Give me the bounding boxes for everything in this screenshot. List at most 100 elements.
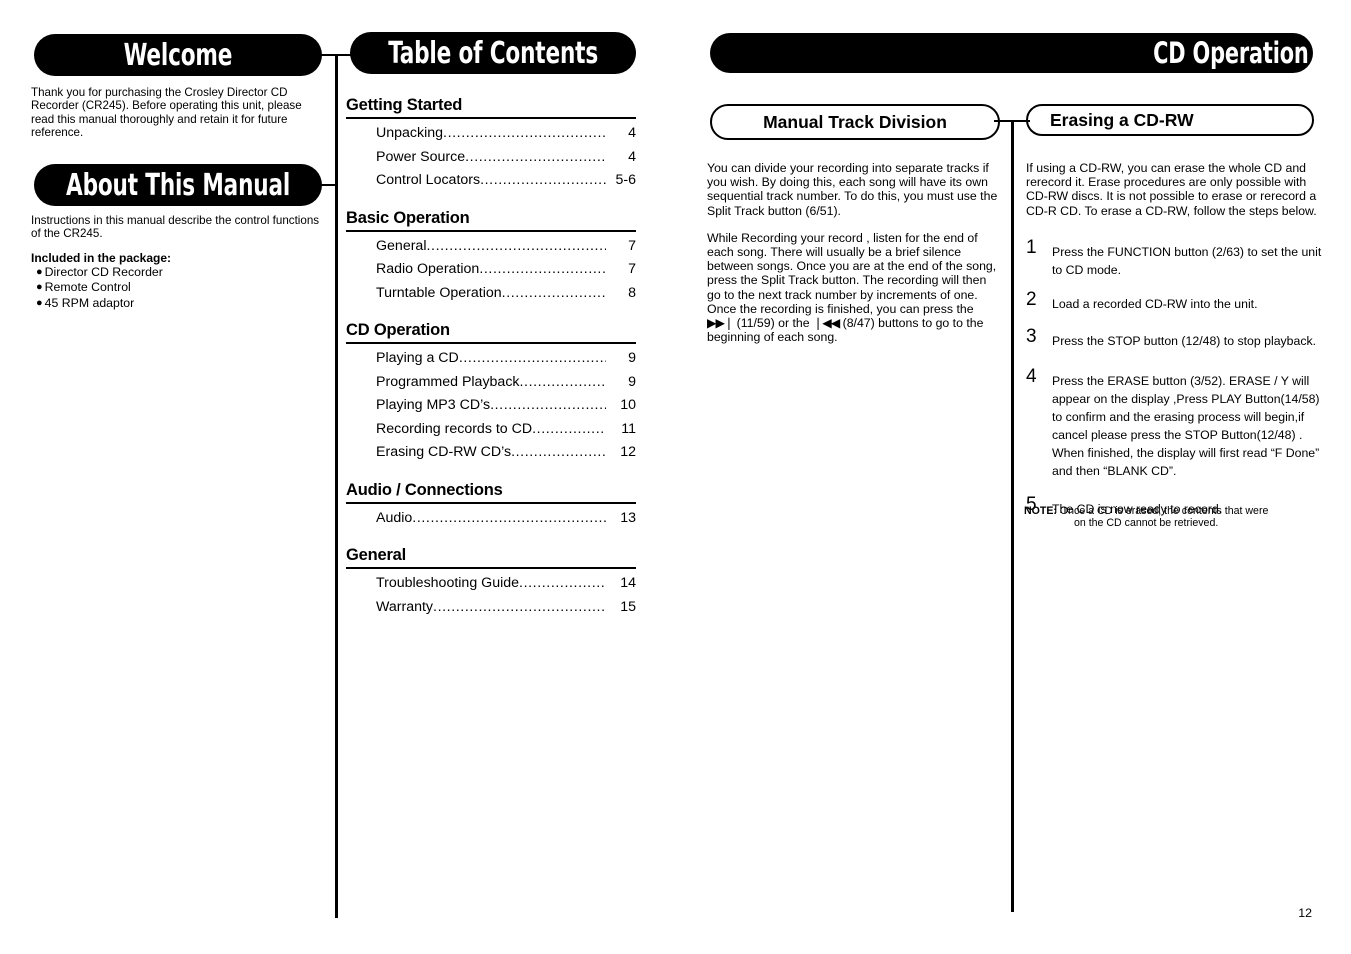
manual-track-body: You can divide your recording into separ…	[707, 161, 998, 344]
bullet-icon: ●	[36, 281, 43, 294]
toc-entry[interactable]: Playing MP3 CD’s .......................…	[346, 394, 636, 418]
toc-leader-dots: ........................................…	[479, 261, 606, 277]
step-item: 3 Press the STOP button (12/48) to stop …	[1026, 327, 1326, 350]
toc-entry[interactable]: Power Source ...........................…	[346, 146, 636, 170]
cd-operation-header-label: CD Operation	[1152, 36, 1309, 70]
toc-entry[interactable]: Erasing CD-RW CD’s .....................…	[346, 441, 636, 465]
toc-section-title: CD Operation	[346, 321, 636, 344]
toc-section-title: Audio / Connections	[346, 481, 636, 504]
toc-entry-label: Playing MP3 CD’s	[376, 397, 491, 413]
toc-leader-dots: ........................................…	[501, 284, 606, 301]
erasing-note: NOTE: Once a CD is erased, the contents …	[1024, 505, 1324, 529]
step-number: 1	[1026, 237, 1037, 258]
toc-entry[interactable]: Turntable Operation ....................…	[346, 282, 636, 306]
erasing-steps-list: 1 Press the FUNCTION button (2/63) to se…	[1026, 238, 1326, 534]
toc-leader-dots: ........................................…	[480, 172, 606, 188]
toc-entry-label: General	[376, 237, 427, 254]
note-line-2: on the CD cannot be retrieved.	[1074, 517, 1219, 530]
erasing-connector-stub	[1011, 120, 1030, 122]
toc-entry[interactable]: Programmed Playback ....................…	[346, 371, 636, 395]
mt-p2-part2: (11/59) or the	[733, 316, 813, 331]
toc-section-title: Basic Operation	[346, 209, 636, 232]
toc-entry[interactable]: Control Locators .......................…	[346, 169, 636, 193]
toc-entry[interactable]: Radio Operation ........................…	[346, 258, 636, 282]
toc-entry-page: 12	[620, 444, 636, 460]
toc-entry-label: Recording records to CD	[376, 420, 533, 437]
toc-leader-dots: ........................................…	[458, 350, 606, 366]
step-item: 2 Load a recorded CD-RW into the unit.	[1026, 290, 1326, 313]
note-label: NOTE:	[1024, 505, 1057, 517]
toc-section: Basic Operation General ................…	[346, 209, 636, 306]
manual-track-division-label: Manual Track Division	[763, 111, 947, 132]
toc-leader-dots: ........................................…	[443, 125, 606, 141]
toc-section: CD Operation Playing a CD ..............…	[346, 321, 636, 465]
step-item: 1 Press the FUNCTION button (2/63) to se…	[1026, 238, 1326, 279]
toc-entry-label: Control Locators	[376, 172, 481, 188]
about-header-label: About This Manual	[65, 167, 291, 203]
toc-entry[interactable]: General ................................…	[346, 235, 636, 259]
toc-section-title: Getting Started	[346, 96, 636, 119]
toc-entry[interactable]: Recording records to CD ................…	[346, 418, 636, 442]
toc-entry-page: 5-6	[615, 172, 636, 188]
toc-entry-page: 4	[628, 148, 636, 165]
toc-entry-label: Playing a CD	[376, 350, 459, 366]
welcome-paragraph: Thank you for purchasing the Crosley Dir…	[31, 86, 302, 140]
toc-header-pill: Table of Contents	[350, 32, 636, 74]
step-text: Press the ERASE button (3/52). ERASE / Y…	[1052, 374, 1320, 478]
toc-section: General Troubleshooting Guide ..........…	[346, 546, 636, 619]
toc-entry[interactable]: Warranty ...............................…	[346, 596, 636, 620]
erasing-cdrw-pill: Erasing a CD-RW	[1026, 104, 1314, 136]
manual-page: Welcome Thank you for purchasing the Cro…	[0, 0, 1351, 954]
toc-entry-page: 7	[628, 261, 636, 277]
toc-entry-label: Power Source	[376, 148, 466, 165]
toc-entry-label: Erasing CD-RW CD’s	[376, 444, 512, 460]
toc-leader-dots: ........................................…	[426, 237, 606, 254]
cd-operation-header-pill: CD Operation	[710, 33, 1313, 73]
toc-entry[interactable]: Playing a CD ...........................…	[346, 347, 636, 371]
toc-entry-page: 13	[620, 509, 636, 526]
toc-leader-dots: ........................................…	[519, 575, 606, 591]
toc-section-title: General	[346, 546, 636, 569]
step-number: 2	[1026, 289, 1037, 310]
about-paragraph: Instructions in this manual describe the…	[31, 214, 320, 241]
toc-leader-dots: ........................................…	[465, 148, 606, 165]
toc-entry[interactable]: Audio ..................................…	[346, 507, 636, 531]
toc-entry-page: 9	[628, 350, 636, 366]
toc-entry[interactable]: Unpacking ..............................…	[346, 122, 636, 146]
toc-section: Audio / Connections Audio ..............…	[346, 481, 636, 531]
list-item: ● 45 RPM adaptor	[36, 295, 135, 310]
page-number: 12	[1298, 906, 1312, 920]
toc-entry-page: 4	[628, 125, 636, 141]
toc-entry-page: 11	[621, 420, 636, 437]
next-track-icon: ▶▶❘	[707, 316, 734, 331]
previous-track-icon: ❘◀◀	[812, 316, 840, 331]
step-text: Press the STOP button (12/48) to stop pl…	[1052, 334, 1317, 348]
bullet-icon: ●	[36, 266, 43, 278]
step-number: 3	[1026, 326, 1037, 347]
toc-entry-page: 8	[628, 284, 636, 301]
about-header-pill: About This Manual	[34, 164, 322, 206]
step-number: 4	[1026, 366, 1037, 387]
toc-leader-dots: ........................................…	[511, 444, 606, 460]
package-list: ● Director CD Recorder ● Remote Control ● 4…	[36, 265, 332, 311]
list-item: ● Director CD Recorder	[36, 265, 163, 279]
manual-track-division-pill: Manual Track Division	[710, 104, 1000, 140]
toc-section: Getting Started Unpacking ..............…	[346, 96, 636, 193]
toc-entry-page: 10	[620, 397, 636, 413]
toc-leader-dots: ........................................…	[412, 509, 606, 526]
step-text: Press the FUNCTION button (2/63) to set …	[1052, 245, 1322, 277]
toc-entry-page: 9	[628, 373, 636, 390]
toc-entry-label: Radio Operation	[376, 261, 480, 277]
welcome-header-pill: Welcome	[34, 34, 322, 76]
mt-p2-part1: While Recording your record , listen for…	[707, 230, 997, 316]
toc-entry-label: Audio	[376, 509, 413, 526]
toc-entry-label: Programmed Playback	[376, 373, 520, 390]
toc-entry[interactable]: Troubleshooting Guide ..................…	[346, 572, 636, 596]
bullet-icon: ●	[36, 296, 43, 309]
note-line-1: Once a CD is erased, the contents that w…	[1059, 505, 1269, 517]
right-column-divider	[1011, 120, 1014, 912]
toc-leader-dots: ........................................…	[490, 397, 606, 413]
welcome-header-label: Welcome	[123, 37, 233, 73]
toc-header-label: Table of Contents	[388, 35, 598, 71]
erasing-cdrw-label: Erasing a CD-RW	[1050, 109, 1194, 130]
